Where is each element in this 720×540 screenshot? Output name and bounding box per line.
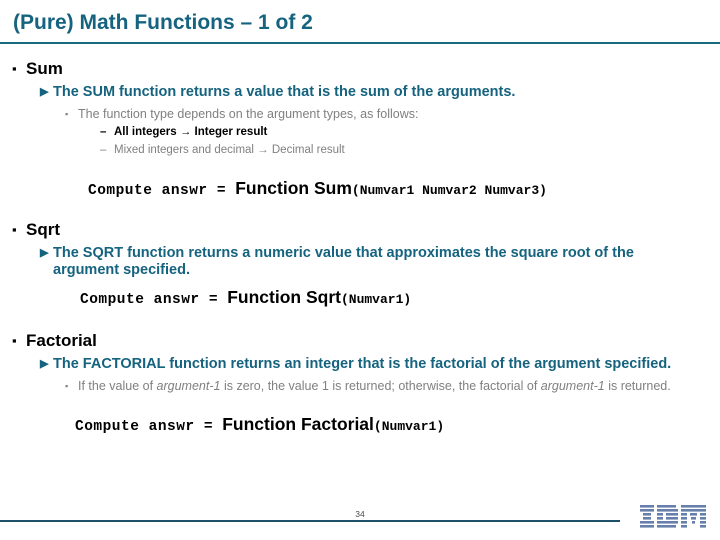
presentation-slide: (Pure) Math Functions – 1 of 2 ▪ Sum ▶ T… xyxy=(0,0,720,540)
section-subnote-label: If the value of argument-1 is zero, the … xyxy=(78,378,690,394)
dash-item-mixed-integers: – Mixed integers and decimal → Decimal r… xyxy=(0,143,720,158)
code-arguments: (Numvar1) xyxy=(340,292,412,307)
slide-body: ▪ Sum ▶ The SUM function returns a value… xyxy=(0,56,720,437)
section-heading-label: Factorial xyxy=(26,331,97,350)
subnote-middle-text: is zero, the value 1 is returned; otherw… xyxy=(220,379,541,393)
code-sample-sum: Compute answr = Function Sum(Numvar1 Num… xyxy=(0,178,720,201)
dash-bullet-icon: – xyxy=(100,126,107,138)
subnote-tail-text: is returned. xyxy=(604,379,671,393)
section-heading-factorial: ▪ Factorial xyxy=(0,330,720,352)
section-subnote-sum: ▪ The function type depends on the argum… xyxy=(0,106,720,122)
subnote-argument-italic-1: argument-1 xyxy=(156,379,221,393)
dash-bullet-icon: – xyxy=(100,144,107,156)
code-prefix: Compute answr = xyxy=(88,183,236,199)
code-arguments: (Numvar1 Numvar2 Numvar3) xyxy=(351,183,547,198)
square-bullet-icon: ▪ xyxy=(12,333,17,348)
triangle-bullet-icon: ▶ xyxy=(40,358,49,370)
section-subnote-label: The function type depends on the argumen… xyxy=(78,107,419,121)
square-bullet-icon: ▪ xyxy=(12,61,17,76)
dash-item-label: All integers → Integer result xyxy=(114,126,268,138)
code-sample-sqrt: Compute answr = Function Sqrt(Numvar1) xyxy=(0,287,720,310)
small-square-bullet-icon: ▪ xyxy=(65,109,69,119)
slide-footer: 34 xyxy=(0,496,720,540)
section-description-factorial: ▶ The FACTORIAL function returns an inte… xyxy=(0,356,720,373)
section-description-label: The SQRT function returns a numeric valu… xyxy=(53,245,634,278)
code-prefix: Compute answr = xyxy=(80,292,228,308)
code-keyword: Function Sum xyxy=(235,178,352,198)
small-square-bullet-icon: ▪ xyxy=(65,381,69,391)
section-heading-label: Sum xyxy=(26,59,63,78)
section-description-sqrt: ▶ The SQRT function returns a numeric va… xyxy=(0,245,720,279)
section-description-label: The FACTORIAL function returns an intege… xyxy=(53,356,672,372)
subnote-lead-text: If the value of xyxy=(78,379,157,393)
section-heading-sum: ▪ Sum xyxy=(0,58,720,80)
ibm-logo xyxy=(640,505,706,528)
code-keyword: Function Factorial xyxy=(222,414,374,434)
subnote-argument-italic-2: argument-1 xyxy=(540,379,605,393)
code-keyword: Function Sqrt xyxy=(227,287,341,307)
square-bullet-icon: ▪ xyxy=(12,222,17,237)
code-arguments: (Numvar1) xyxy=(373,419,445,434)
code-sample-factorial: Compute answr = Function Factorial(Numva… xyxy=(0,414,720,437)
section-subnote-factorial: ▪ If the value of argument-1 is zero, th… xyxy=(0,378,720,394)
section-heading-sqrt: ▪ Sqrt xyxy=(0,219,720,241)
footer-divider xyxy=(0,520,620,522)
slide-header: (Pure) Math Functions – 1 of 2 xyxy=(0,10,720,44)
triangle-bullet-icon: ▶ xyxy=(40,247,49,259)
page-number: 34 xyxy=(355,509,365,519)
section-description-label: The SUM function returns a value that is… xyxy=(53,84,516,100)
dash-item-label: Mixed integers and decimal → Decimal res… xyxy=(114,144,345,156)
page-title: (Pure) Math Functions – 1 of 2 xyxy=(13,11,313,34)
section-description-sum: ▶ The SUM function returns a value that … xyxy=(0,84,720,101)
title-divider xyxy=(0,42,720,44)
triangle-bullet-icon: ▶ xyxy=(40,86,49,98)
section-heading-label: Sqrt xyxy=(26,220,60,239)
dash-item-all-integers: – All integers → Integer result xyxy=(0,125,720,140)
code-prefix: Compute answr = xyxy=(75,419,223,435)
